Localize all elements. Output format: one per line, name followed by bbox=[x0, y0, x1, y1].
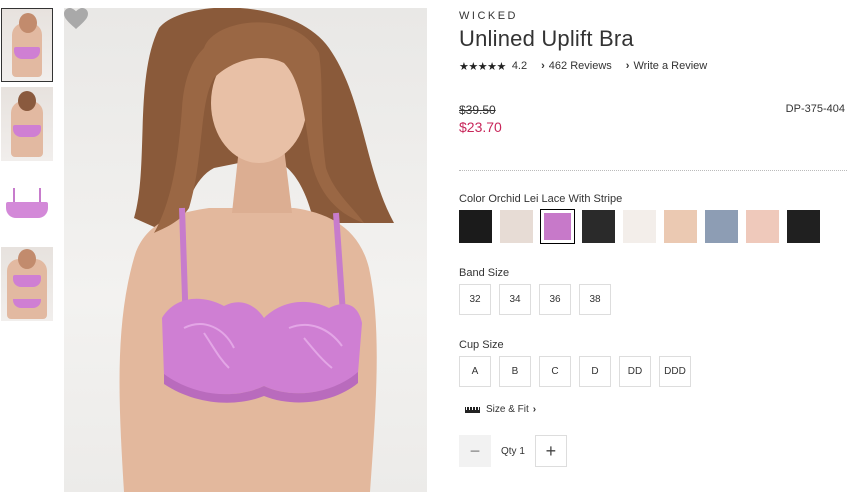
rating-value: 4.2 bbox=[511, 60, 528, 72]
color-swatch-blush[interactable] bbox=[746, 210, 779, 243]
swatch-fill bbox=[664, 210, 697, 243]
color-swatch-nude-lace[interactable] bbox=[664, 210, 697, 243]
thumbnail-back[interactable] bbox=[1, 87, 53, 161]
decrease-quantity-button[interactable]: − bbox=[459, 435, 491, 467]
color-swatch-black[interactable] bbox=[787, 210, 820, 243]
color-label: Color Orchid Lei Lace With Stripe bbox=[459, 193, 623, 205]
thumbnail-model-head bbox=[19, 13, 37, 33]
increase-quantity-button[interactable]: + bbox=[534, 435, 567, 467]
thumbnail-full-body[interactable] bbox=[1, 247, 53, 321]
color-swatch-blue-grey-lace[interactable] bbox=[705, 210, 738, 243]
swatch-fill bbox=[746, 210, 779, 243]
swatch-fill bbox=[705, 210, 738, 243]
brand-label: WICKED bbox=[459, 10, 518, 22]
thumbnail-bra bbox=[13, 275, 41, 287]
thumbnail-panty bbox=[13, 299, 41, 308]
band-size-label: Band Size bbox=[459, 267, 510, 279]
product-title: Unlined Uplift Bra bbox=[459, 26, 634, 51]
band-size-option-38[interactable]: 38 bbox=[579, 284, 611, 315]
heart-icon[interactable] bbox=[64, 8, 88, 30]
chevron-right-icon: › bbox=[625, 60, 630, 72]
thumbnail-product-only[interactable] bbox=[1, 178, 53, 252]
product-sku: DP-375-404 bbox=[785, 103, 845, 115]
ruler-icon bbox=[465, 406, 480, 413]
cup-size-option-ddd[interactable]: DDD bbox=[659, 356, 691, 387]
quantity-value: 1 bbox=[519, 445, 525, 457]
rating-row: ★★★★★ 4.2 › 462 Reviews › Write a Review bbox=[459, 59, 847, 73]
cup-size-option-a[interactable]: A bbox=[459, 356, 491, 387]
cup-size-option-d[interactable]: D bbox=[579, 356, 611, 387]
cup-size-options: A B C D DD DDD bbox=[459, 356, 699, 387]
thumbnail-model-head bbox=[18, 91, 36, 111]
swatch-fill bbox=[459, 210, 492, 243]
thumbnail-bra bbox=[6, 202, 48, 218]
size-fit-link[interactable]: Size & Fit › bbox=[465, 404, 536, 415]
cup-size-label: Cup Size bbox=[459, 339, 504, 351]
chevron-right-icon: › bbox=[532, 404, 537, 415]
model-illustration bbox=[119, 8, 394, 492]
color-swatch-orchid-lei-lace-with-stripe[interactable] bbox=[540, 209, 575, 244]
cup-size-option-dd[interactable]: DD bbox=[619, 356, 651, 387]
size-fit-label: Size & Fit bbox=[486, 404, 529, 415]
reviews-link[interactable]: 462 Reviews bbox=[549, 60, 612, 72]
divider bbox=[459, 170, 847, 171]
thumbnail-bra bbox=[13, 125, 41, 137]
band-size-option-36[interactable]: 36 bbox=[539, 284, 571, 315]
thumbnail-bra bbox=[14, 47, 40, 59]
thumbnail-model-head bbox=[18, 249, 36, 269]
star-rating-icon: ★★★★★ bbox=[459, 60, 506, 73]
color-swatch-white-lace[interactable] bbox=[623, 210, 656, 243]
product-info-panel: WICKED Unlined Uplift Bra ★★★★★ 4.2 › 46… bbox=[459, 10, 847, 387]
swatch-fill bbox=[787, 210, 820, 243]
swatch-fill bbox=[582, 210, 615, 243]
swatch-fill bbox=[623, 210, 656, 243]
quantity-stepper: − Qty 1 + bbox=[459, 435, 567, 467]
quantity-label: Qty 1 bbox=[501, 446, 525, 457]
band-size-option-32[interactable]: 32 bbox=[459, 284, 491, 315]
write-review-link[interactable]: Write a Review bbox=[633, 60, 707, 72]
quantity-text: Qty bbox=[501, 445, 517, 457]
cup-size-option-c[interactable]: C bbox=[539, 356, 571, 387]
swatch-fill bbox=[544, 213, 571, 240]
chevron-right-icon: › bbox=[541, 60, 545, 72]
price-row: $39.50 $23.70 DP-375-404 bbox=[459, 103, 847, 135]
color-swatch-list bbox=[459, 209, 828, 244]
color-swatch-black-floral-lace[interactable] bbox=[582, 210, 615, 243]
band-size-option-34[interactable]: 34 bbox=[499, 284, 531, 315]
sale-price: $23.70 bbox=[459, 119, 502, 135]
band-size-options: 32 34 36 38 bbox=[459, 284, 619, 315]
main-product-image[interactable] bbox=[64, 8, 427, 492]
thumbnail-front[interactable] bbox=[1, 8, 53, 82]
cup-size-option-b[interactable]: B bbox=[499, 356, 531, 387]
color-swatch-ivory-lace[interactable] bbox=[500, 210, 533, 243]
color-swatch-black-lace[interactable] bbox=[459, 210, 492, 243]
swatch-fill bbox=[500, 210, 533, 243]
